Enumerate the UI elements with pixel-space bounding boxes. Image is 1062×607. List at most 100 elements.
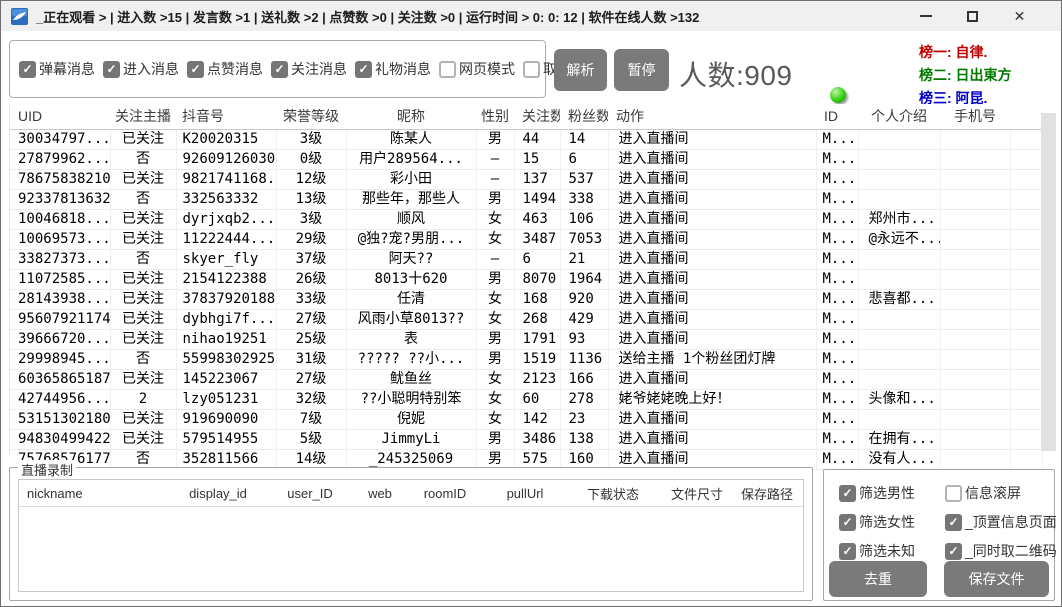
checkbox-label: 信息滚屏 [965, 483, 1021, 503]
message-filter-0[interactable]: ✓弹幕消息 [19, 59, 95, 79]
table-cell [940, 229, 1010, 249]
table-row[interactable]: 95607921174已关注dybhgi7f...27级风雨小草8013??女2… [10, 309, 1042, 329]
table-cell: 6 [560, 149, 608, 169]
column-header[interactable]: 荣誉等级 [276, 104, 346, 129]
column-header[interactable]: 昵称 [346, 104, 476, 129]
checkbox-checked-icon[interactable]: ✓ [187, 61, 204, 78]
table-cell: 429 [560, 309, 608, 329]
rec-column-header[interactable]: 保存路径 [735, 484, 799, 503]
table-row[interactable]: 28143938...已关注3783792018833级任清女168920进入直… [10, 289, 1042, 309]
table-row[interactable]: 10046818...已关注dyrjxqb2...3级顺风女463106进入直播… [10, 209, 1042, 229]
table-cell: – [476, 149, 514, 169]
table-cell: 彩小田 [346, 169, 476, 189]
rec-column-header[interactable]: 文件尺寸 [659, 484, 735, 503]
table-row[interactable]: 53151302180已关注9196900907级倪妮女14223进入直播间M.… [10, 409, 1042, 429]
table-row[interactable]: 94830499422已关注5795149555级JimmyLi男3486138… [10, 429, 1042, 449]
rec-column-header[interactable]: 下载状态 [567, 484, 659, 503]
checkbox-checked-icon[interactable]: ✓ [839, 485, 856, 502]
table-cell: M... [816, 449, 858, 469]
close-button[interactable]: ✕ [996, 1, 1043, 31]
table-row[interactable]: 39666720...已关注nihao1925125级表男179193进入直播间… [10, 329, 1042, 349]
rec-column-header[interactable]: display_id [169, 486, 267, 501]
save-file-button[interactable]: 保存文件 [944, 561, 1049, 597]
column-header[interactable]: 个人介绍 [858, 104, 940, 129]
column-header[interactable]: 手机号 [940, 104, 1010, 129]
checkbox-checked-icon[interactable]: ✓ [839, 543, 856, 560]
checkbox-checked-icon[interactable]: ✓ [945, 543, 962, 560]
message-filter-4[interactable]: ✓礼物消息 [355, 59, 431, 79]
table-cell [858, 349, 940, 369]
checkbox-checked-icon[interactable]: ✓ [271, 61, 288, 78]
parse-button[interactable]: 解析 [554, 49, 607, 91]
message-filter-3[interactable]: ✓关注消息 [271, 59, 347, 79]
table-cell [940, 269, 1010, 289]
rank-2-label: 榜二: 日出東方 [919, 64, 1059, 87]
table-cell: 已关注 [110, 329, 176, 349]
table-row[interactable]: 78675838210已关注9821741168.12级彩小田–137537进入… [10, 169, 1042, 189]
filter-option-4[interactable]: ✓筛选未知 [839, 541, 945, 561]
table-row[interactable]: 92337813632否33256333213级那些年，那些人男1494338进… [10, 189, 1042, 209]
table-cell: 27级 [276, 309, 346, 329]
message-filter-5[interactable]: 网页模式 [439, 59, 515, 79]
table-cell: dyrjxqb2... [176, 209, 276, 229]
table-row[interactable]: 10069573...已关注11222444...29级@独?宠?男朋...女3… [10, 229, 1042, 249]
table-cell: M... [816, 169, 858, 189]
table-row[interactable]: 75768576177否35281156614级_245325069男57516… [10, 449, 1042, 469]
table-row[interactable]: 33827373...否skyer_fly37级阿天??–621进入直播间M..… [10, 249, 1042, 269]
table-cell: 2123 [514, 369, 560, 389]
dedupe-button[interactable]: 去重 [829, 561, 927, 597]
table-scrollbar[interactable] [1041, 113, 1056, 451]
table-row[interactable]: 60365865187已关注14522306727级鱿鱼丝女2123166进入直… [10, 369, 1042, 389]
table-cell: 悲喜都... [858, 289, 940, 309]
column-header[interactable]: 粉丝数 [560, 104, 608, 129]
table-cell: nihao19251 [176, 329, 276, 349]
filter-option-0[interactable]: ✓筛选男性 [839, 483, 945, 503]
column-header[interactable]: ID [816, 104, 858, 129]
pause-button[interactable]: 暂停 [614, 49, 669, 91]
checkbox-unchecked-icon[interactable] [945, 485, 962, 502]
minimize-button[interactable] [902, 1, 949, 31]
checkbox-checked-icon[interactable]: ✓ [103, 61, 120, 78]
table-cell: 进入直播间 [608, 229, 816, 249]
table-row[interactable]: 27879962...否926091260300级用户289564...–156… [10, 149, 1042, 169]
table-cell: 男 [476, 269, 514, 289]
checkbox-checked-icon[interactable]: ✓ [355, 61, 372, 78]
column-header[interactable]: 关注主播 [110, 104, 176, 129]
checkbox-unchecked-icon[interactable] [523, 61, 540, 78]
column-header[interactable]: 性别 [476, 104, 514, 129]
table-row[interactable]: 42744956...2lzy05123132级??小聪明特别笨女60278姥爷… [10, 389, 1042, 409]
table-cell: 已关注 [110, 409, 176, 429]
checkbox-unchecked-icon[interactable] [439, 61, 456, 78]
rec-column-header[interactable]: user_ID [267, 486, 353, 501]
table-row[interactable]: 29998945...否5599830292531级????? ??小...男1… [10, 349, 1042, 369]
rec-column-header[interactable]: nickname [19, 486, 169, 501]
column-header[interactable]: 关注数 [514, 104, 560, 129]
rec-column-header[interactable]: pullUrl [483, 486, 567, 501]
checkbox-checked-icon[interactable]: ✓ [945, 514, 962, 531]
rec-column-header[interactable]: roomID [407, 486, 483, 501]
table-cell: 138 [560, 429, 608, 449]
column-header[interactable]: 动作 [608, 104, 816, 129]
maximize-button[interactable] [949, 1, 996, 31]
filter-option-5[interactable]: ✓_同时取二维码 [945, 541, 1057, 561]
column-header[interactable]: UID [10, 104, 110, 129]
table-cell: 579514955 [176, 429, 276, 449]
titlebar[interactable]: _正在观看 > | 进入数 >15 | 发言数 >1 | 送礼数 >2 | 点赞… [1, 1, 1061, 31]
column-header[interactable]: 抖音号 [176, 104, 276, 129]
rec-column-header[interactable]: web [353, 486, 407, 501]
table-cell: 37级 [276, 249, 346, 269]
checkbox-checked-icon[interactable]: ✓ [19, 61, 36, 78]
table-cell: 78675838210 [10, 169, 110, 189]
filter-option-1[interactable]: 信息滚屏 [945, 483, 1057, 503]
filter-option-2[interactable]: ✓筛选女性 [839, 512, 945, 532]
filter-option-3[interactable]: ✓_顶置信息页面 [945, 512, 1057, 532]
message-filter-2[interactable]: ✓点赞消息 [187, 59, 263, 79]
table-row[interactable]: 11072585...已关注215412238826级8013十620男8070… [10, 269, 1042, 289]
message-filter-1[interactable]: ✓进入消息 [103, 59, 179, 79]
table-row[interactable]: 30034797...已关注K200203153级陈某人男4414进入直播间M.… [10, 129, 1042, 149]
app-window: _正在观看 > | 进入数 >15 | 发言数 >1 | 送礼数 >2 | 点赞… [0, 0, 1062, 607]
table-cell: 头像和... [858, 389, 940, 409]
table-cell: 1494 [514, 189, 560, 209]
table-cell: 男 [476, 129, 514, 149]
checkbox-checked-icon[interactable]: ✓ [839, 514, 856, 531]
